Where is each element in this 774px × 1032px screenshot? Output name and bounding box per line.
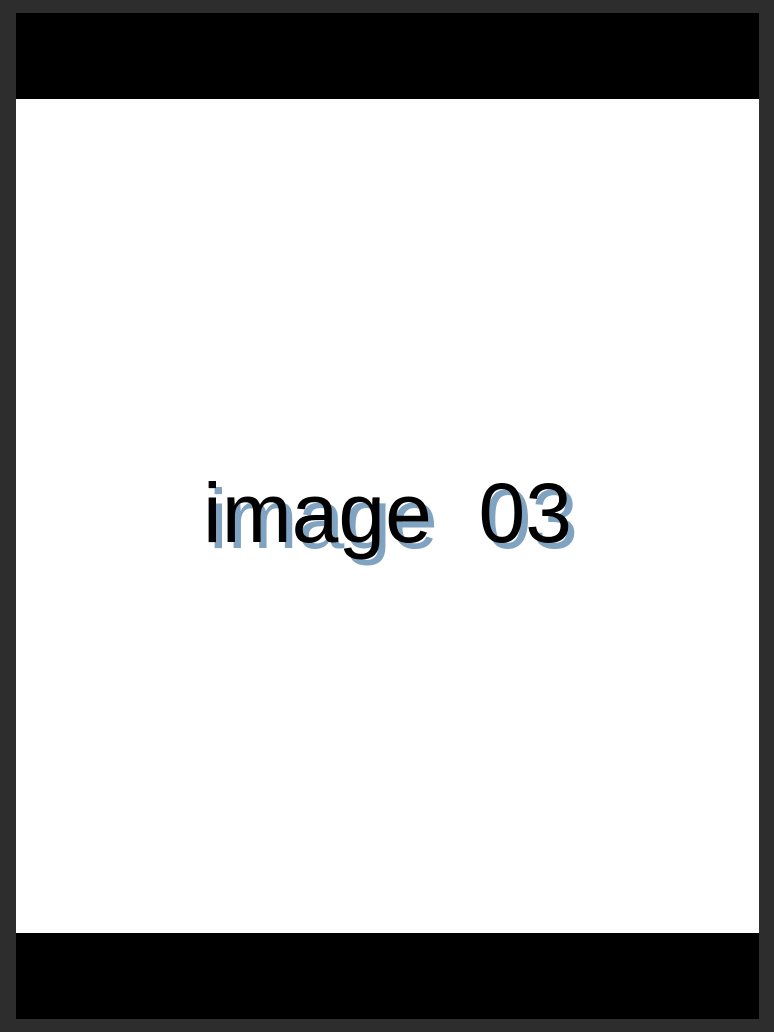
viewer-frame: image 03	[0, 0, 774, 1032]
displayed-image: image 03	[16, 99, 759, 933]
image-viewer: image 03	[16, 13, 759, 1019]
letterbox-top	[16, 13, 759, 99]
letterbox-bottom	[16, 933, 759, 1019]
image-label: image 03	[203, 466, 572, 560]
